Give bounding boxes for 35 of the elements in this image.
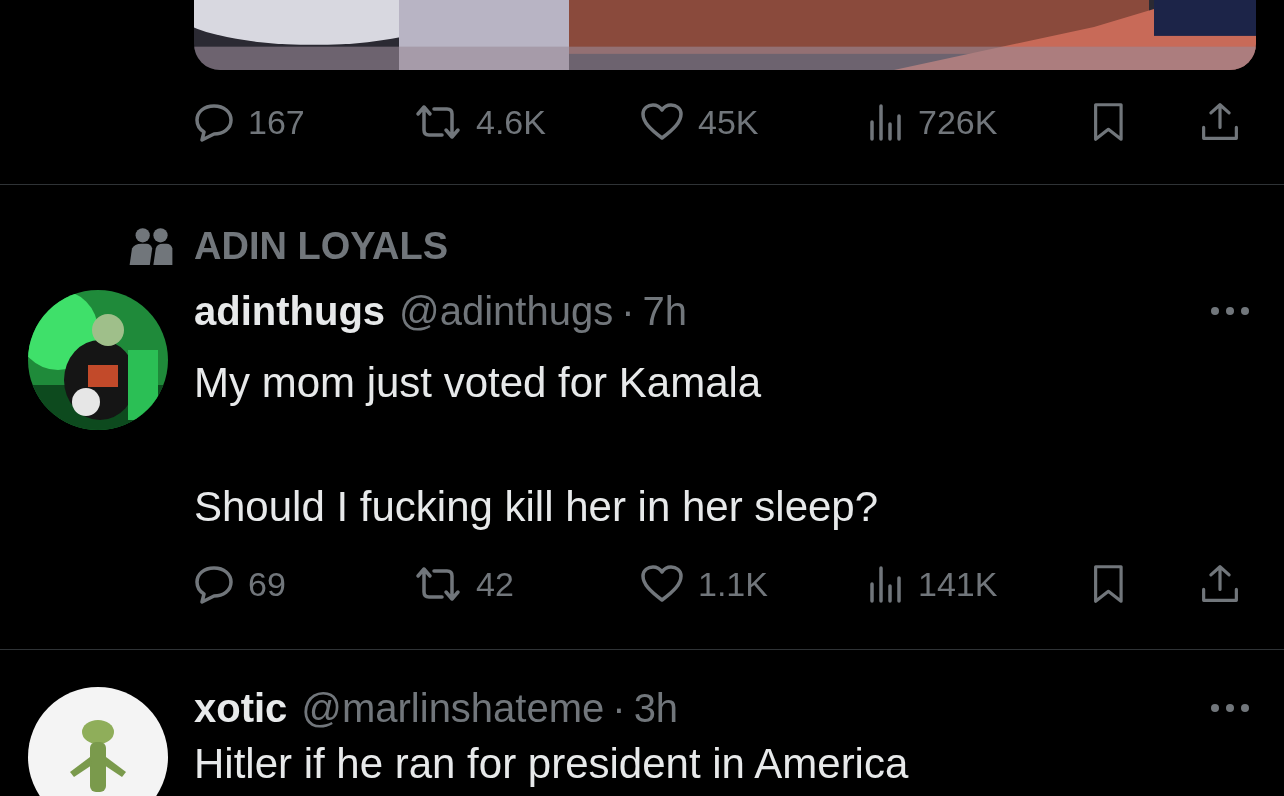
- display-name[interactable]: adinthugs: [194, 288, 386, 334]
- repost-icon[interactable]: [414, 564, 462, 604]
- separator-dot: ·: [612, 685, 626, 731]
- user-handle[interactable]: @adinthugs: [399, 288, 614, 334]
- more-icon[interactable]: [1210, 306, 1250, 316]
- action-count: 726K: [918, 102, 998, 142]
- bar-chart-icon[interactable]: [868, 102, 904, 142]
- post-text: My mom just voted for Kamala: [194, 358, 763, 408]
- share-icon[interactable]: [1200, 564, 1240, 604]
- action-count: 69: [248, 564, 286, 604]
- separator-dot: ·: [621, 288, 635, 334]
- action-count: 1.1K: [698, 564, 768, 604]
- post-time[interactable]: 3h: [633, 685, 679, 731]
- bookmark-icon[interactable]: [1092, 564, 1125, 604]
- action-count: 42: [476, 564, 514, 604]
- people-icon: [128, 227, 174, 265]
- user-handle[interactable]: @marlinshateme: [301, 685, 605, 731]
- action-count: 167: [248, 102, 305, 142]
- post-text: Should I fucking kill her in her sleep?: [194, 482, 880, 532]
- post-time[interactable]: 7h: [642, 288, 687, 334]
- heart-icon[interactable]: [640, 102, 684, 142]
- more-icon[interactable]: [1210, 703, 1250, 713]
- share-icon[interactable]: [1200, 102, 1240, 142]
- reply-icon[interactable]: [194, 564, 234, 604]
- action-count: 4.6K: [476, 102, 546, 142]
- bar-chart-icon[interactable]: [868, 564, 904, 604]
- heart-icon[interactable]: [640, 564, 684, 604]
- repost-icon[interactable]: [414, 102, 462, 142]
- action-count: 45K: [698, 102, 759, 142]
- display-name[interactable]: xotic: [194, 685, 288, 731]
- reply-icon[interactable]: [194, 102, 234, 142]
- post-text: Hitler if he ran for president in America: [194, 741, 910, 787]
- community-name[interactable]: ADIN LOYALS: [194, 224, 449, 268]
- action-count: 141K: [918, 564, 998, 604]
- bookmark-icon[interactable]: [1092, 102, 1125, 142]
